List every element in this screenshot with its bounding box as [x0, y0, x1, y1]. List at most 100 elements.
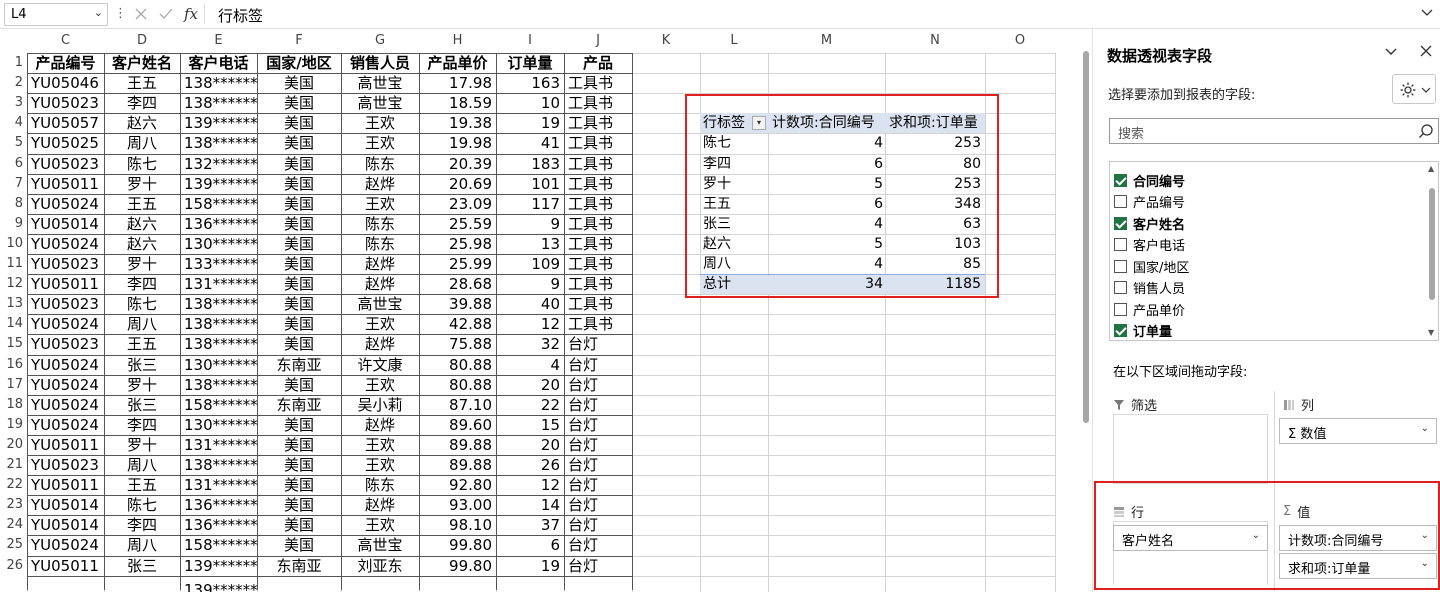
table-cell[interactable]: 美国 — [257, 334, 341, 354]
field-checkbox[interactable] — [1114, 281, 1127, 294]
table-cell[interactable]: 台灯 — [564, 395, 632, 415]
column-header[interactable]: M — [768, 31, 885, 51]
field-checkbox[interactable] — [1114, 302, 1127, 316]
table-cell[interactable]: 138******02 — [180, 133, 257, 153]
table-cell[interactable]: 李四 — [104, 415, 180, 435]
table-header-cell[interactable]: 销售人员 — [341, 53, 419, 73]
table-cell[interactable]: 117 — [496, 194, 564, 214]
table-cell[interactable]: 99.80 — [419, 556, 496, 576]
table-cell[interactable]: 工具书 — [564, 93, 632, 113]
table-cell[interactable]: 高世宝 — [341, 73, 419, 93]
field-item[interactable]: 合同编号 — [1114, 170, 1185, 190]
table-cell[interactable]: 20 — [496, 435, 564, 455]
column-header[interactable]: I — [496, 31, 564, 51]
table-header-cell[interactable]: 国家/地区 — [257, 53, 341, 73]
column-header[interactable]: K — [632, 31, 700, 51]
table-cell[interactable]: 138******01 — [180, 294, 257, 314]
table-cell[interactable]: 李四 — [104, 93, 180, 113]
scrollbar-thumb[interactable] — [1083, 51, 1089, 423]
table-cell[interactable]: 台灯 — [564, 556, 632, 576]
table-cell[interactable]: 赵烨 — [341, 174, 419, 194]
table-cell[interactable]: YU05014 — [27, 515, 104, 535]
table-cell[interactable]: 东南亚 — [257, 355, 341, 375]
table-cell[interactable]: 20.69 — [419, 174, 496, 194]
table-cell[interactable]: 周八 — [104, 133, 180, 153]
table-cell[interactable]: YU05014 — [27, 495, 104, 515]
table-cell[interactable]: 130******19 — [180, 234, 257, 254]
row-header[interactable]: 21 — [0, 455, 25, 475]
table-cell[interactable]: 王五 — [104, 334, 180, 354]
table-cell[interactable]: 台灯 — [564, 455, 632, 475]
table-cell[interactable]: 罗十 — [104, 174, 180, 194]
table-cell[interactable]: 9 — [496, 214, 564, 234]
table-cell[interactable]: 工具书 — [564, 133, 632, 153]
table-cell[interactable]: 陈东 — [341, 234, 419, 254]
table-cell[interactable]: 东南亚 — [257, 395, 341, 415]
table-cell[interactable]: YU05046 — [27, 73, 104, 93]
table-cell[interactable]: 台灯 — [564, 495, 632, 515]
table-cell[interactable]: 9 — [496, 274, 564, 294]
field-checkbox[interactable] — [1114, 195, 1127, 208]
pane-options-icon[interactable] — [1383, 43, 1399, 63]
table-cell[interactable]: YU05024 — [27, 415, 104, 435]
table-cell[interactable]: 美国 — [257, 214, 341, 234]
table-cell[interactable]: 158******23 — [180, 395, 257, 415]
table-cell[interactable]: 刘亚东 — [341, 556, 419, 576]
table-cell[interactable]: 139****** — [180, 580, 257, 592]
row-header[interactable]: 16 — [0, 355, 25, 375]
table-cell[interactable]: 130******19 — [180, 355, 257, 375]
table-cell[interactable]: 工具书 — [564, 214, 632, 234]
table-cell[interactable]: 陈七 — [104, 495, 180, 515]
table-cell[interactable]: 美国 — [257, 154, 341, 174]
row-header[interactable]: 6 — [0, 154, 25, 174]
table-cell[interactable]: 台灯 — [564, 355, 632, 375]
table-cell[interactable]: 133******78 — [180, 254, 257, 274]
table-cell[interactable]: 136******59 — [180, 515, 257, 535]
row-header[interactable]: 4 — [0, 113, 25, 133]
column-header[interactable]: G — [341, 31, 419, 51]
row-header[interactable]: 18 — [0, 395, 25, 415]
table-cell[interactable]: YU05024 — [27, 234, 104, 254]
table-cell[interactable]: 138******03 — [180, 73, 257, 93]
table-cell[interactable]: YU05011 — [27, 274, 104, 294]
table-cell[interactable]: 王欢 — [341, 314, 419, 334]
table-cell[interactable]: 28.68 — [419, 274, 496, 294]
table-cell[interactable]: YU05023 — [27, 334, 104, 354]
table-cell[interactable]: 80.88 — [419, 355, 496, 375]
table-cell[interactable]: 陈东 — [341, 214, 419, 234]
table-cell[interactable]: 美国 — [257, 475, 341, 495]
table-cell[interactable]: 139******15 — [180, 174, 257, 194]
field-list-scrollbar[interactable]: ▲ ▼ — [1426, 162, 1438, 340]
table-header-cell[interactable]: 产品 — [564, 53, 632, 73]
table-cell[interactable]: 陈东 — [341, 154, 419, 174]
table-cell[interactable]: 赵烨 — [341, 274, 419, 294]
table-cell[interactable]: 高世宝 — [341, 535, 419, 555]
table-cell[interactable]: 罗十 — [104, 375, 180, 395]
column-header[interactable]: N — [885, 31, 985, 51]
row-header[interactable]: 26 — [0, 556, 25, 576]
field-item[interactable]: 产品单价 — [1114, 299, 1185, 319]
field-item[interactable]: 订单量 — [1114, 321, 1172, 340]
table-cell[interactable]: 80.88 — [419, 375, 496, 395]
row-header[interactable]: 7 — [0, 174, 25, 194]
table-cell[interactable]: 工具书 — [564, 314, 632, 334]
row-header[interactable]: 14 — [0, 314, 25, 334]
row-header[interactable]: 24 — [0, 515, 25, 535]
field-item[interactable]: 客户电话 — [1114, 235, 1185, 255]
table-cell[interactable]: YU05011 — [27, 556, 104, 576]
table-cell[interactable]: 台灯 — [564, 375, 632, 395]
table-cell[interactable]: 138******03 — [180, 334, 257, 354]
table-cell[interactable]: 19.38 — [419, 113, 496, 133]
table-cell[interactable]: 75.88 — [419, 334, 496, 354]
table-cell[interactable]: 美国 — [257, 73, 341, 93]
table-cell[interactable]: 131******67 — [180, 435, 257, 455]
table-cell[interactable]: 王欢 — [341, 435, 419, 455]
table-cell[interactable]: YU05024 — [27, 194, 104, 214]
row-header[interactable]: 25 — [0, 535, 25, 555]
table-cell[interactable]: 工具书 — [564, 73, 632, 93]
table-cell[interactable]: 王欢 — [341, 515, 419, 535]
row-header[interactable]: 23 — [0, 495, 25, 515]
table-cell[interactable]: 12 — [496, 314, 564, 334]
table-cell[interactable]: 138******02 — [180, 375, 257, 395]
formula-input[interactable]: 行标签 — [218, 5, 263, 26]
